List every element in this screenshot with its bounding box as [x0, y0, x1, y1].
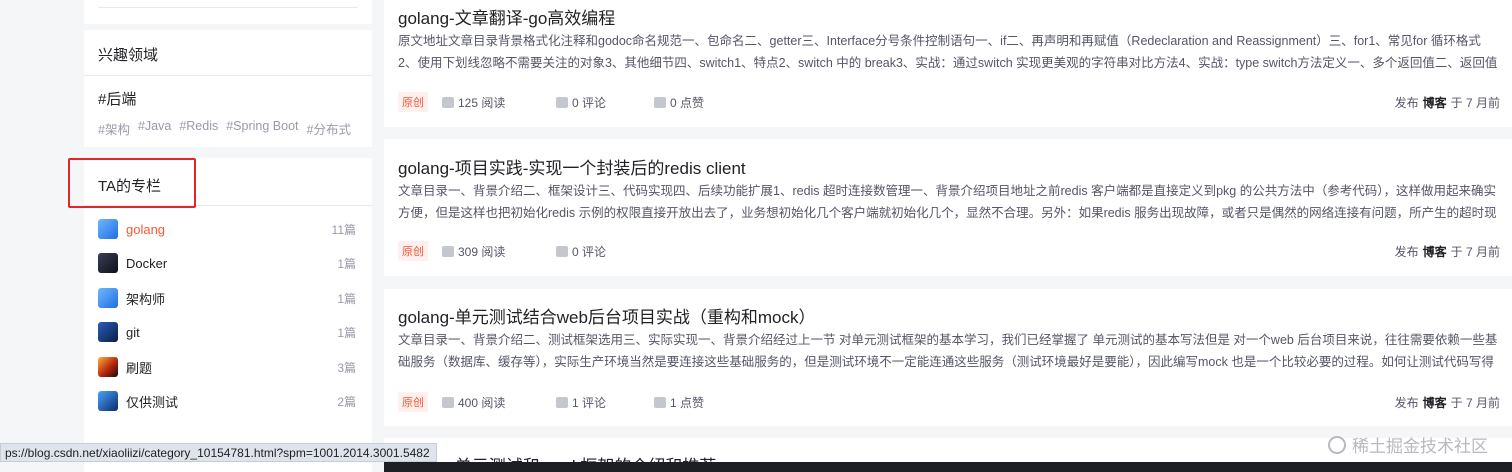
comment-count: 0 评论 — [556, 243, 650, 260]
article-title[interactable]: golang-文章翻译-go高效编程 — [398, 4, 615, 29]
watermark: 稀土掘金技术社区 — [1328, 432, 1488, 457]
column-item-test[interactable]: 仅供测试 2篇 — [98, 389, 356, 413]
column-count: 11篇 — [331, 222, 356, 237]
article-summary: 原文地址文章目录背景格式化注释和godoc命名规范一、包命名二、getter三、… — [398, 34, 1498, 70]
original-badge: 原创 — [398, 241, 428, 261]
comment-icon — [556, 396, 568, 408]
column-count: 2篇 — [337, 394, 356, 409]
like-count: 0 点赞 — [654, 94, 704, 111]
read-icon — [442, 245, 454, 257]
highlight-annotation-box — [68, 158, 196, 208]
thumbs-up-icon — [654, 96, 666, 108]
article-card[interactable]: golang-项目实践-实现一个封装后的redis client 文章目录一、背… — [384, 139, 1512, 276]
read-count: 400 阅读 — [442, 394, 550, 411]
article-meta: 原创 125 阅读 0 评论 0 点赞 发布 博客于 7 月前 — [398, 92, 1500, 112]
article-meta: 原创 309 阅读 0 评论 发布 博客于 7 月前 — [398, 241, 1500, 261]
original-badge: 原创 — [398, 392, 428, 412]
leetcode-column-icon — [98, 357, 118, 377]
column-count: 1篇 — [337, 256, 356, 271]
publish-info: 发布 博客于 7 月前 — [1394, 244, 1500, 259]
column-name: Docker — [126, 255, 168, 271]
interest-tag[interactable]: #架构 — [98, 119, 130, 138]
column-item-git[interactable]: git 1篇 — [98, 320, 356, 344]
interest-card: 兴趣领域 #后端 #架构 #Java #Redis #Spring Boot #… — [84, 30, 372, 147]
article-summary: 文章目录一、背景介绍二、框架设计三、代码实现四、后续功能扩展1、redis 超时… — [398, 184, 1497, 220]
architect-column-icon — [98, 288, 118, 308]
column-name: git — [126, 324, 140, 340]
article-card[interactable]: golang-文章翻译-go高效编程 原文地址文章目录背景格式化注释和godoc… — [384, 0, 1512, 127]
comment-icon — [556, 245, 568, 257]
sidebar-top-card — [84, 0, 372, 24]
read-icon — [442, 396, 454, 408]
article-title[interactable]: golang-项目实践-实现一个封装后的redis client — [398, 154, 746, 179]
original-badge: 原创 — [398, 92, 428, 112]
like-count: 1 点赞 — [654, 394, 704, 411]
interest-tag[interactable]: #Spring Boot — [226, 119, 298, 138]
comment-count: 0 评论 — [556, 94, 650, 111]
sidebar-search-stub — [98, 0, 358, 8]
interest-title: 兴趣领域 — [84, 30, 372, 76]
article-meta: 原创 400 阅读 1 评论 1 点赞 发布 博客于 7 月前 — [398, 392, 1500, 412]
article-summary: 文章目录一、背景介绍二、测试框架选用三、实际实现一、背景介绍经过上一节 对单元测… — [398, 333, 1498, 369]
publish-info: 发布 博客于 7 月前 — [1394, 95, 1500, 110]
thumbs-up-icon — [654, 396, 666, 408]
column-count: 1篇 — [337, 325, 356, 340]
column-item-docker[interactable]: Docker 1篇 — [98, 251, 356, 275]
watermark-text: 稀土掘金技术社区 — [1352, 437, 1488, 456]
read-icon — [442, 96, 454, 108]
column-item-golang[interactable]: golang 11篇 — [98, 217, 356, 241]
bottom-bar — [384, 462, 1512, 472]
golang-column-icon — [98, 219, 118, 239]
interest-tag[interactable]: #Redis — [179, 119, 218, 138]
watermark-logo-icon — [1328, 435, 1346, 454]
column-name: 仅供测试 — [126, 394, 179, 410]
interest-tag[interactable]: #分布式 — [307, 119, 351, 138]
column-item-architect[interactable]: 架构师 1篇 — [98, 286, 356, 310]
comment-count: 1 评论 — [556, 394, 650, 411]
article-title[interactable]: golang-单元测试结合web后台项目实战（重构和mock） — [398, 303, 816, 328]
comment-icon — [556, 96, 568, 108]
read-count: 309 阅读 — [442, 243, 550, 260]
test-column-icon — [98, 391, 118, 411]
interest-domain[interactable]: #后端 — [84, 76, 372, 109]
article-card[interactable]: golang-单元测试结合web后台项目实战（重构和mock） 文章目录一、背景… — [384, 289, 1512, 426]
column-item-leetcode[interactable]: 刷题 3篇 — [98, 355, 356, 379]
status-bar-url: ps://blog.csdn.net/xiaoliizi/category_10… — [0, 443, 437, 462]
docker-column-icon — [98, 253, 118, 273]
interest-tag[interactable]: #Java — [138, 119, 171, 138]
column-count: 1篇 — [337, 291, 356, 306]
column-name: 架构师 — [126, 291, 166, 307]
column-name: golang — [126, 221, 166, 237]
git-column-icon — [98, 322, 118, 342]
column-count: 3篇 — [337, 360, 356, 375]
read-count: 125 阅读 — [442, 94, 550, 111]
column-name: 刷题 — [126, 360, 153, 376]
interest-tags: #架构 #Java #Redis #Spring Boot #分布式 — [84, 109, 372, 138]
publish-info: 发布 博客于 7 月前 — [1394, 395, 1500, 410]
